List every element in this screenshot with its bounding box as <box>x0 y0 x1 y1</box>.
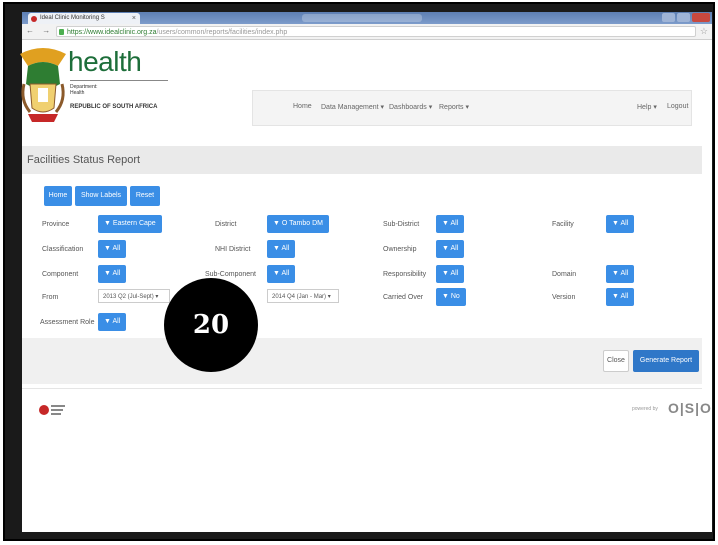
nhi-district-label: NHI District <box>215 246 251 253</box>
health-footer-logo <box>39 405 65 415</box>
action-panel <box>22 338 702 384</box>
brand-department: Department: Health <box>70 84 98 96</box>
to-value: 2014 Q4 (Jan - Mar) <box>272 294 327 300</box>
nhi-district-select[interactable]: ▼ All <box>267 240 296 258</box>
subdistrict-select[interactable]: ▼ All <box>436 215 465 233</box>
version-label: Version <box>552 294 576 301</box>
facility-select[interactable]: ▼ All <box>606 215 635 233</box>
home-button[interactable]: Home <box>44 186 72 206</box>
chevron-down-icon: ▾ <box>327 294 331 300</box>
district-select[interactable]: ▼ O Tambo DM <box>267 215 329 233</box>
province-label: Province <box>42 221 70 228</box>
lock-icon <box>59 29 64 35</box>
nav-data-management[interactable]: Data Management ▾ <box>321 103 384 111</box>
district-label: District <box>215 221 237 228</box>
version-select[interactable]: ▼ All <box>606 288 635 306</box>
minimize-button[interactable] <box>662 13 675 22</box>
footer-divider <box>22 388 702 389</box>
reset-button[interactable]: Reset <box>130 186 160 206</box>
nav-dashboards[interactable]: Dashboards ▾ <box>389 103 432 111</box>
from-select[interactable]: 2013 Q2 (Jul-Sept) ▾ <box>98 289 170 303</box>
tab-title: Ideal Clinic Monitoring S <box>40 15 105 21</box>
province-select[interactable]: ▼ Eastern Cape <box>98 215 162 233</box>
oso-logo: O|S|O <box>668 400 712 416</box>
close-button[interactable]: Close <box>603 350 629 372</box>
domain-select[interactable]: ▼ All <box>606 265 635 283</box>
from-value: 2013 Q2 (Jul-Sept) <box>103 294 154 300</box>
page-title: Facilities Status Report <box>27 154 141 166</box>
subcomponent-label: Sub-Component <box>205 271 256 278</box>
tab-close-icon[interactable]: × <box>132 13 136 24</box>
brand-divider <box>70 80 168 81</box>
component-label: Component <box>42 271 79 278</box>
window-title-blur <box>302 14 422 22</box>
nav-home[interactable]: Home <box>293 103 312 110</box>
domain-label: Domain <box>552 271 577 278</box>
to-select[interactable]: 2014 Q4 (Jan - Mar) ▾ <box>267 289 339 303</box>
browser-tab[interactable]: Ideal Clinic Monitoring S × <box>28 13 140 24</box>
coat-of-arms-logo <box>20 48 66 122</box>
component-select[interactable]: ▼ All <box>98 265 127 283</box>
brand-title: health <box>68 46 142 77</box>
from-label: From <box>42 294 59 301</box>
nav-reports[interactable]: Reports ▾ <box>439 103 469 111</box>
page-title-bar: Facilities Status Report <box>22 146 702 174</box>
top-navigation: Home Data Management ▾ Dashboards ▾ Repo… <box>252 90 692 126</box>
responsibility-select[interactable]: ▼ All <box>436 265 465 283</box>
url-host: https://www.idealclinic.org.za <box>67 29 157 36</box>
carried-over-select[interactable]: ▼ No <box>436 288 466 306</box>
nav-logout[interactable]: Logout <box>667 103 688 110</box>
assessment-role-select[interactable]: ▼ All <box>98 313 127 331</box>
subcomponent-select[interactable]: ▼ All <box>267 265 296 283</box>
browser-title-bar: Ideal Clinic Monitoring S × <box>22 12 712 24</box>
step-number-badge: 20 <box>164 278 258 372</box>
url-field[interactable]: https://www.idealclinic.org.za/users/com… <box>56 26 696 37</box>
facility-label: Facility <box>552 221 574 228</box>
classification-label: Classification <box>42 246 84 253</box>
window-controls <box>662 13 710 22</box>
address-bar: ← → C ⌂ https://www.idealclinic.org.za/u… <box>22 24 712 40</box>
brand-republic: REPUBLIC OF SOUTH AFRICA <box>70 104 158 110</box>
powered-by-text: powered by <box>632 406 658 412</box>
responsibility-label: Responsibility <box>383 271 427 278</box>
window-close-button[interactable] <box>692 13 710 22</box>
ownership-select[interactable]: ▼ All <box>436 240 465 258</box>
url-path: /users/common/reports/facilities/index.p… <box>156 29 288 36</box>
ownership-label: Ownership <box>383 246 417 253</box>
maximize-button[interactable] <box>677 13 690 22</box>
favicon-icon <box>31 16 37 22</box>
subdistrict-label: Sub-District <box>383 221 420 228</box>
assessment-role-label: Assessment Role <box>40 319 95 326</box>
classification-select[interactable]: ▼ All <box>98 240 127 258</box>
carried-over-label: Carried Over <box>383 294 424 301</box>
show-labels-button[interactable]: Show Labels <box>75 186 127 206</box>
nav-help[interactable]: Help ▾ <box>637 103 657 111</box>
generate-report-button[interactable]: Generate Report <box>633 350 699 372</box>
bookmark-star-icon[interactable]: ☆ <box>700 26 708 37</box>
chevron-down-icon: ▾ <box>155 294 159 300</box>
